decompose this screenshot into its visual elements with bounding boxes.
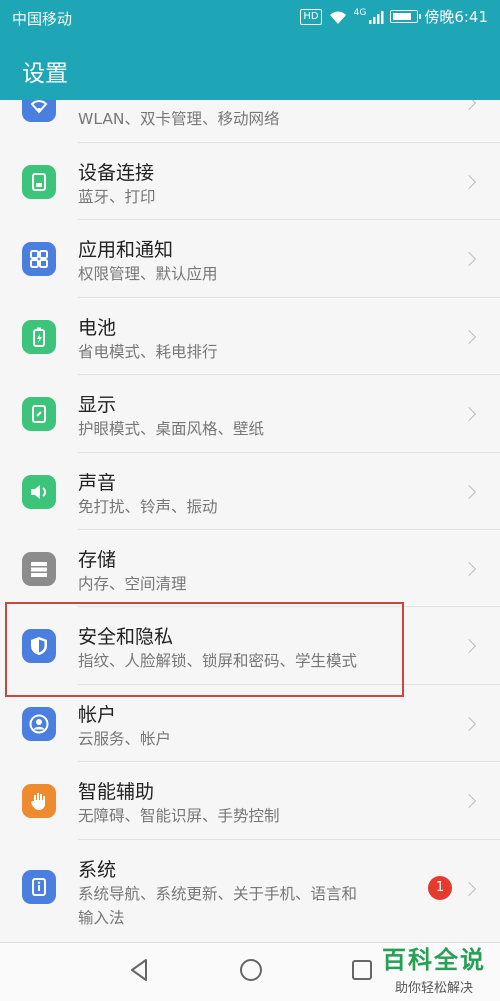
settings-item-title: 安全和隐私: [78, 626, 174, 649]
settings-item-subtitle: 护眼模式、桌面风格、壁纸: [78, 420, 265, 439]
settings-item-subtitle: WLAN、双卡管理、移动网络: [78, 110, 280, 128]
settings-item-subtitle: 蓝牙、打印: [78, 188, 156, 206]
settings-item-network[interactable]: WLAN、双卡管理、移动网络: [0, 100, 500, 143]
chevron-right-icon: [461, 329, 477, 344]
settings-item-security-privacy[interactable]: 安全和隐私 指纹、人脸解锁、锁屏和密码、学生模式: [0, 607, 500, 685]
chevron-right-icon: [461, 639, 477, 654]
chevron-right-icon: [461, 252, 477, 267]
status-bar: 中国移动 HD 4G 傍晚6:41: [0, 0, 500, 36]
settings-item-title: 存储: [78, 548, 117, 571]
settings-item-battery[interactable]: 电池 省电模式、耗电排行: [0, 298, 500, 376]
home-icon[interactable]: [238, 957, 264, 983]
chevron-right-icon: [461, 561, 477, 577]
settings-item-title: 智能辅助: [78, 781, 155, 804]
hd-badge: HD: [300, 8, 322, 25]
settings-list[interactable]: WLAN、双卡管理、移动网络 设备连接 蓝牙、打印 应用和通知 权限管理、默认应…: [0, 100, 500, 942]
chevron-right-icon: [461, 716, 477, 731]
settings-item-apps[interactable]: 应用和通知 权限管理、默认应用: [0, 220, 500, 298]
chevron-right-icon: [461, 407, 477, 422]
settings-item-account[interactable]: 帐户 云服务、帐户: [0, 685, 500, 763]
settings-item-subtitle: 省电模式、耗电排行: [78, 342, 218, 361]
shield-icon: [22, 629, 56, 664]
wifi-icon: [22, 100, 56, 122]
battery-status-icon: [390, 10, 422, 23]
settings-item-subtitle: 免打扰、铃声、振动: [78, 497, 218, 516]
system-info-icon: [22, 869, 56, 904]
settings-item-system[interactable]: 系统 系统导航、系统更新、关于手机、语言和 输入法 1: [0, 840, 500, 940]
settings-item-subtitle-line2: 输入法: [78, 908, 125, 927]
account-icon: [22, 706, 56, 741]
hand-icon: [22, 784, 56, 819]
clock-label: 傍晚6:41: [424, 8, 488, 26]
settings-item-title: 帐户: [78, 703, 117, 726]
chevron-right-icon: [461, 881, 477, 896]
notification-badge: 1: [428, 875, 452, 900]
watermark-slogan: 助你轻松解决: [394, 981, 473, 996]
settings-item-subtitle: 云服务、帐户: [78, 729, 172, 748]
chevron-right-icon: [461, 174, 477, 190]
watermark-title: 百科全说: [382, 946, 486, 974]
settings-item-smart-assist[interactable]: 智能辅助 无障碍、智能识屏、手势控制: [0, 762, 500, 840]
signal-icon: [369, 10, 384, 24]
carrier-label: 中国移动: [12, 10, 73, 28]
settings-item-title: 系统: [78, 858, 117, 881]
back-icon[interactable]: [128, 957, 150, 983]
chevron-right-icon: [461, 100, 477, 111]
apps-icon: [22, 242, 56, 277]
settings-item-subtitle: 权限管理、默认应用: [78, 265, 218, 284]
signal-type-label: 4G: [353, 7, 367, 18]
device-connect-icon: [22, 165, 56, 199]
sound-icon: [22, 474, 56, 509]
settings-item-sound[interactable]: 声音 免打扰、铃声、振动: [0, 453, 500, 530]
settings-item-title: 电池: [78, 316, 117, 339]
settings-item-storage[interactable]: 存储 内存、空间清理: [0, 530, 500, 608]
battery-icon: [22, 319, 56, 354]
storage-icon: [22, 551, 56, 586]
display-icon: [22, 397, 56, 432]
settings-item-subtitle: 指纹、人脸解锁、锁屏和密码、学生模式: [78, 652, 358, 671]
chevron-right-icon: [461, 794, 477, 809]
watermark-logo: 百科全说 助你轻松解决: [382, 940, 486, 996]
settings-item-title: 应用和通知: [78, 239, 174, 262]
settings-item-title: 设备连接: [78, 162, 155, 184]
settings-item-display[interactable]: 显示 护眼模式、桌面风格、壁纸: [0, 375, 500, 453]
app-header: 设置: [0, 36, 500, 100]
chevron-right-icon: [461, 484, 477, 499]
settings-item-title: 显示: [78, 394, 117, 417]
page-title: 设置: [22, 61, 68, 87]
settings-item-title: 声音: [78, 471, 117, 494]
recent-apps-icon[interactable]: [350, 957, 374, 983]
settings-item-device-connect[interactable]: 设备连接 蓝牙、打印: [0, 143, 500, 221]
settings-item-subtitle: 内存、空间清理: [78, 574, 187, 593]
settings-item-subtitle: 无障碍、智能识屏、手势控制: [78, 807, 280, 826]
wifi-status-icon: [329, 11, 346, 24]
settings-item-subtitle: 系统导航、系统更新、关于手机、语言和: [78, 884, 358, 903]
